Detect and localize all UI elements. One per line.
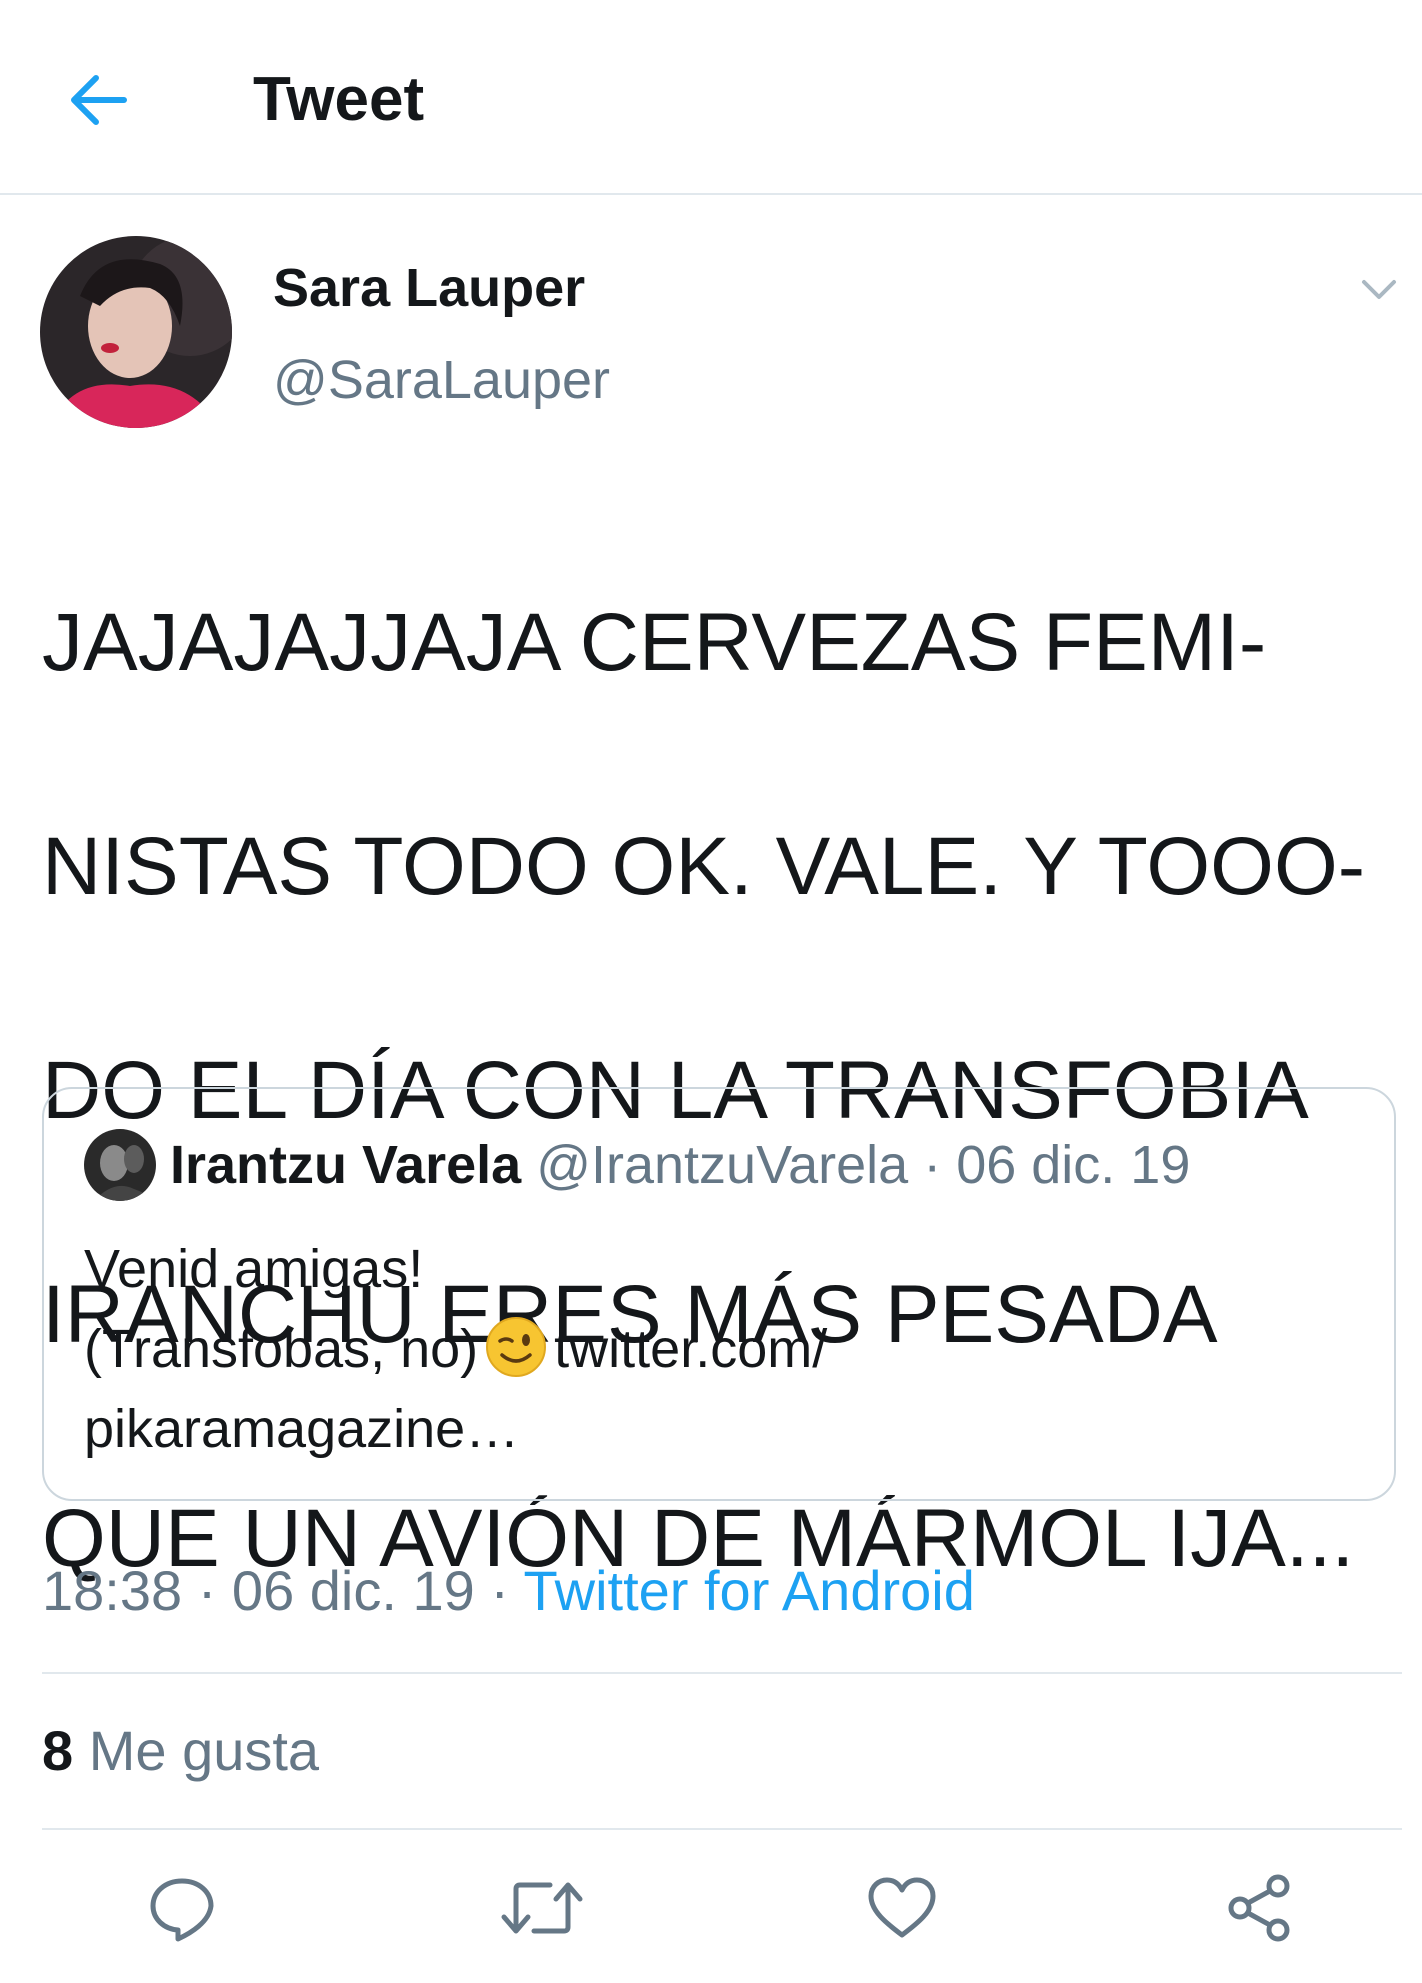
quoted-author-handle: @IrantzuVarela <box>536 1135 909 1195</box>
tweet-source-link[interactable]: Twitter for Android <box>524 1559 975 1622</box>
arrow-left-icon <box>71 75 127 125</box>
divider <box>42 1828 1402 1830</box>
tweet-time: 18:38 <box>42 1559 183 1622</box>
back-button[interactable] <box>60 62 136 138</box>
meta-separator: · <box>197 1559 217 1622</box>
quoted-text-line: Venid amigas! <box>84 1239 424 1299</box>
more-options-button[interactable] <box>1355 270 1403 310</box>
like-button[interactable] <box>860 1866 944 1950</box>
quoted-avatar <box>84 1129 156 1201</box>
page-title: Tweet <box>253 65 425 134</box>
like-icon <box>868 1877 936 1938</box>
quoted-author-name: Irantzu Varela <box>170 1135 522 1195</box>
share-button[interactable] <box>1218 1866 1302 1950</box>
author-handle[interactable]: @SaraLauper <box>273 348 610 412</box>
tweet-meta: 18:38 · 06 dic. 19 · Twitter for Android <box>42 1555 975 1627</box>
quoted-link[interactable]: pikaramagazine… <box>84 1389 1344 1469</box>
quoted-text: Venid amigas! (Transfobas, no) twitter.c… <box>84 1229 1344 1469</box>
quoted-separator: · <box>923 1135 942 1195</box>
top-bar: Tweet <box>0 0 1422 195</box>
quoted-date: 06 dic. 19 <box>956 1135 1191 1195</box>
quoted-link[interactable]: twitter.com/ <box>554 1319 827 1379</box>
quoted-text-line: (Transfobas, no) twitter.com/ <box>84 1309 1344 1389</box>
reply-button[interactable] <box>140 1866 224 1950</box>
chevron-down-icon <box>1362 280 1396 299</box>
likes-label: Me gusta <box>88 1719 320 1782</box>
quoted-text-segment: (Transfobas, no) <box>84 1319 479 1379</box>
meta-separator: · <box>490 1559 509 1622</box>
retweet-icon <box>501 1882 583 1934</box>
author-name[interactable]: Sara Lauper <box>273 256 585 320</box>
tweet-date: 06 dic. 19 <box>231 1559 475 1622</box>
tweet-text-line: JAJAJAJJAJA CERVEZAS FEMI- <box>42 597 1267 688</box>
reply-icon <box>150 1878 214 1942</box>
winking-face-icon <box>486 1317 547 1377</box>
tweet-text-line: NISTAS TODO OK. VALE. Y TOOO- <box>42 821 1366 912</box>
likes-count: 8 <box>42 1719 74 1782</box>
quoted-header: Irantzu Varela @IrantzuVarela · 06 dic. … <box>170 1127 1190 1203</box>
quoted-tweet[interactable]: Irantzu Varela @IrantzuVarela · 06 dic. … <box>42 1087 1396 1501</box>
divider <box>42 1672 1402 1674</box>
retweet-button[interactable] <box>500 1866 584 1950</box>
avatar[interactable] <box>40 236 232 428</box>
share-icon <box>1228 1874 1290 1942</box>
likes-stat[interactable]: 8 Me gusta <box>42 1715 319 1787</box>
